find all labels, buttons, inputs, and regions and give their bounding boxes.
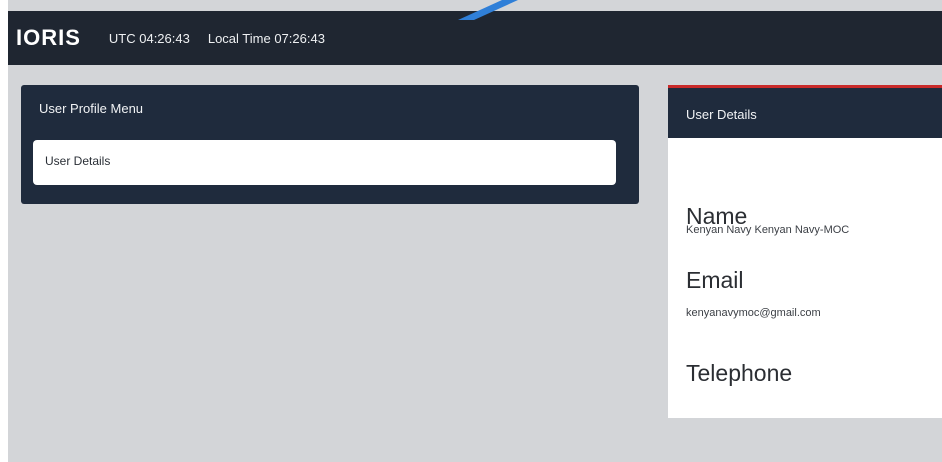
user-details-panel: User Details Name Kenyan Navy Kenyan Nav…	[668, 85, 942, 418]
user-details-title: User Details	[686, 107, 757, 122]
user-profile-menu-panel: User Profile Menu User Details	[21, 85, 639, 204]
name-value: Kenyan Navy Kenyan Navy-MOC	[686, 224, 850, 236]
menu-item-user-details[interactable]: User Details	[33, 140, 616, 185]
app-frame: IORIS UTC 04:26:43 Local Time 07:26:43 U…	[8, 0, 942, 462]
menu-item-user-details-label: User Details	[45, 154, 111, 168]
local-clock: Local Time 07:26:43	[207, 30, 325, 46]
app-logo[interactable]: IORIS	[16, 25, 81, 51]
telephone-label: Telephone	[686, 360, 793, 386]
utc-clock: UTC 04:26:43	[108, 30, 190, 46]
email-label: Email	[686, 267, 744, 293]
pointer-arrow-icon	[440, 0, 526, 20]
user-profile-menu-title: User Profile Menu	[39, 101, 144, 116]
user-details-header: User Details	[668, 85, 942, 138]
email-value: kenyanavymoc@gmail.com	[686, 307, 821, 319]
